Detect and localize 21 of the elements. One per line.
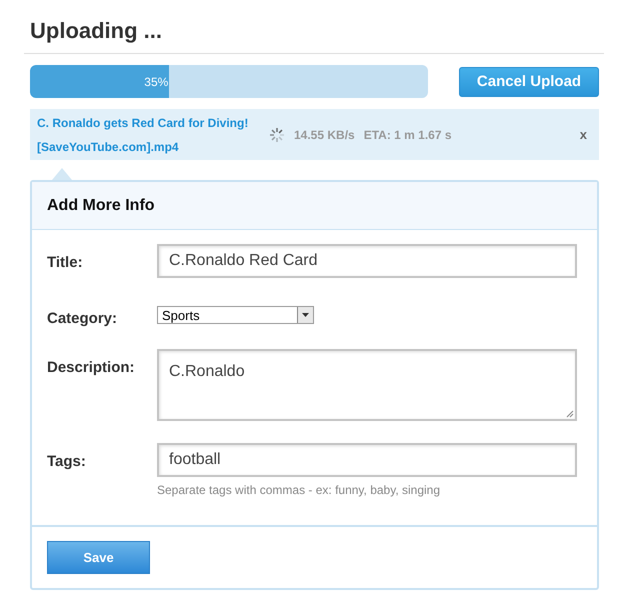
file-name-link[interactable]: C. Ronaldo gets Red Card for Diving! (37, 116, 269, 130)
progress-percent: 35% (144, 74, 170, 88)
page-heading: Uploading ... (24, 10, 604, 54)
field-label: Description: (47, 358, 136, 376)
upload-speed: 14.55 KB/s (294, 128, 355, 142)
save-button[interactable]: Save (47, 541, 150, 574)
field-label: Title: (47, 253, 84, 271)
textarea-field[interactable]: C.Ronaldo (157, 349, 577, 421)
text-field[interactable]: football (157, 443, 577, 477)
upload-eta: ETA: 1 m 1.67 s (364, 128, 452, 142)
close-button[interactable]: x (580, 127, 587, 142)
spinner-icon (269, 126, 285, 142)
field-label: Category: (47, 309, 118, 327)
file-name-link[interactable]: [SaveYouTube.com].mp4 (37, 140, 269, 154)
cancel-upload-button[interactable]: Cancel Upload (459, 66, 599, 96)
hint-text: Separate tags with commas - ex: funny, baby, singing (157, 483, 442, 497)
category-dropdown[interactable]: Sports (157, 306, 314, 324)
resize-grip-icon[interactable] (566, 410, 574, 418)
card-title: Add More Info (47, 197, 155, 214)
field-label: Tags: (47, 452, 87, 470)
text-field[interactable]: C.Ronaldo Red Card (157, 244, 577, 278)
